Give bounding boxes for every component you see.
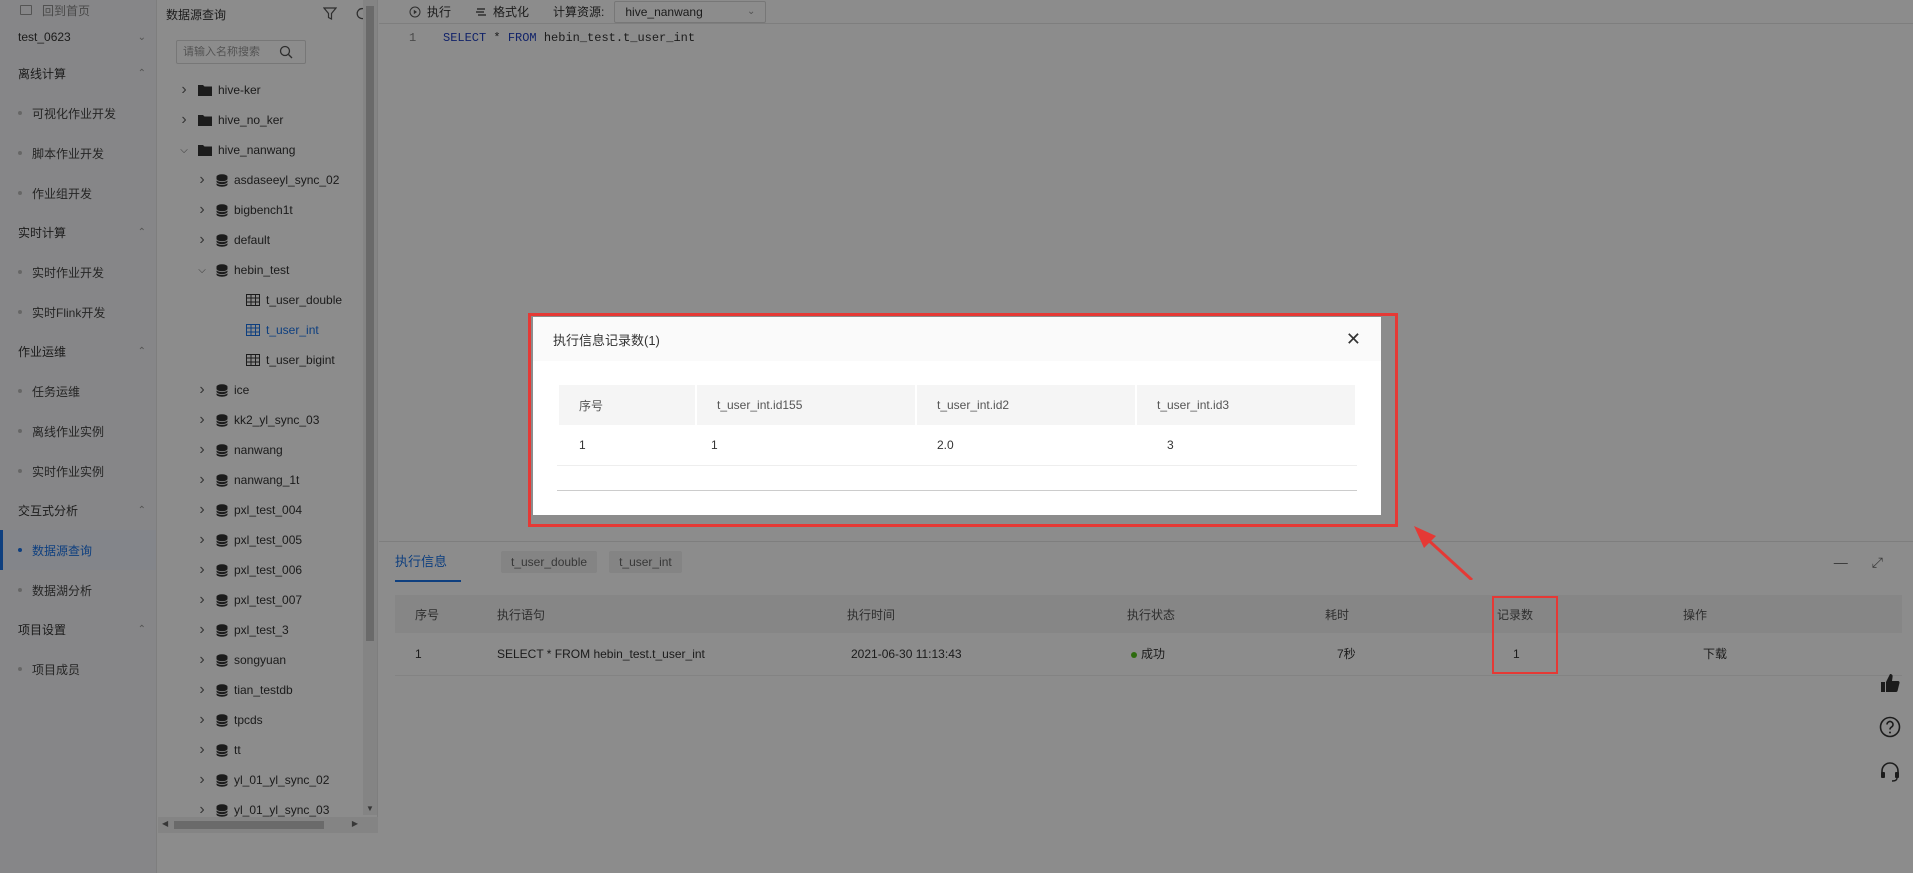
divider	[557, 465, 1357, 466]
dialog-title: 执行信息记录数(1)	[553, 332, 660, 348]
table-row: 1 1 2.0 3	[559, 425, 1355, 465]
table-header-row: 序号 t_user_int.id155 t_user_int.id2 t_use…	[559, 385, 1355, 425]
record-count-highlight	[1492, 596, 1558, 674]
close-icon[interactable]: ✕	[1346, 329, 1361, 350]
annotation-arrow	[1414, 526, 1474, 580]
cell-index: 1	[579, 438, 586, 452]
cell-id3: 3	[1167, 438, 1174, 452]
cell-id2: 2.0	[937, 438, 954, 452]
dialog-result-table: 序号 t_user_int.id155 t_user_int.id2 t_use…	[557, 385, 1357, 465]
col-id155: t_user_int.id155	[697, 385, 915, 425]
cell-id155: 1	[711, 438, 718, 452]
record-count-dialog: 执行信息记录数(1) ✕ 序号 t_user_int.id155 t_user_…	[533, 317, 1381, 515]
col-index: 序号	[559, 385, 695, 425]
dialog-header: 执行信息记录数(1) ✕	[533, 317, 1381, 361]
col-id3: t_user_int.id3	[1137, 385, 1355, 425]
divider	[557, 490, 1357, 491]
col-id2: t_user_int.id2	[917, 385, 1135, 425]
